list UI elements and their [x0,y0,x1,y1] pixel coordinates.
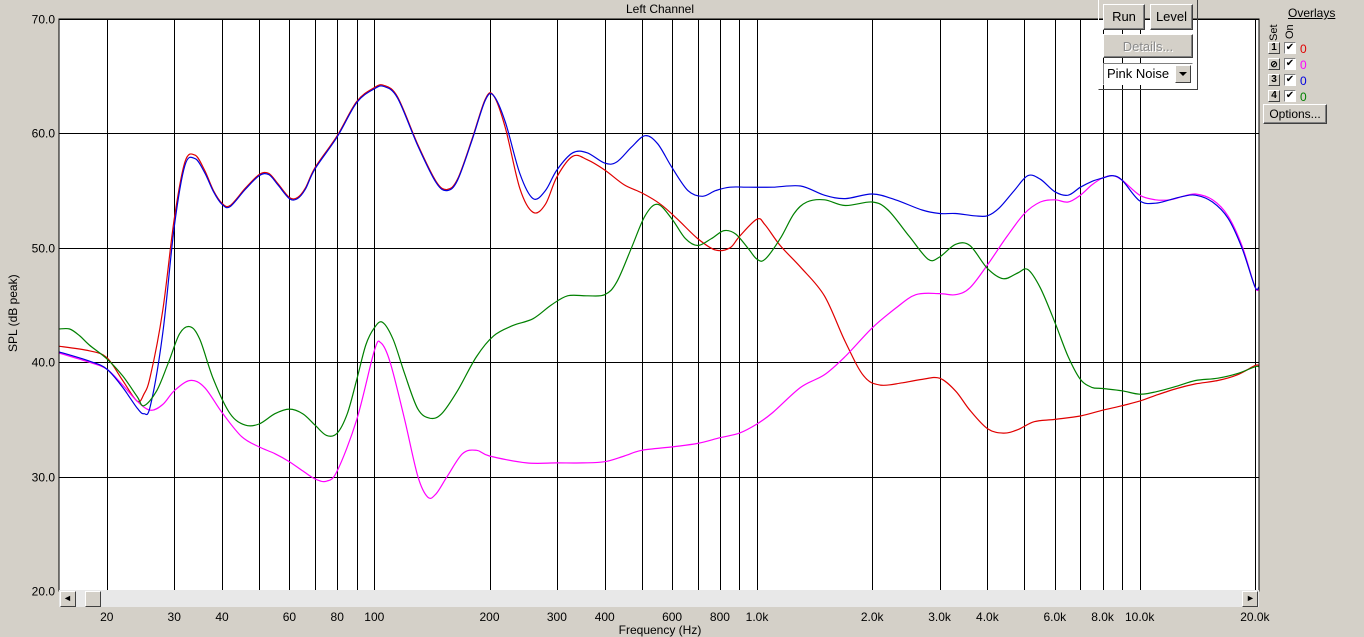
overlay-set-button-3[interactable]: 3 [1268,74,1280,86]
overlay-on-checkbox-2[interactable]: ✔ [1284,58,1296,70]
y-axis-label: SPL (dB peak) [6,274,20,352]
y-tick-label: 60.0 [32,127,56,141]
overlay-set-button-1[interactable]: 1 [1268,42,1280,54]
plot-area [58,18,1260,592]
x-tick-label: 1.0k [746,610,770,624]
x-tick-label: 20 [100,610,114,624]
overlay-set-button-2[interactable]: ⊘ [1268,58,1280,70]
x-tick-label: 30 [168,610,182,624]
on-column-header: On [1284,24,1296,39]
overlay-on-checkbox-3[interactable]: ✔ [1284,74,1296,86]
chart-title: Left Channel [625,2,695,16]
x-tick-label: 100 [364,610,384,624]
y-tick-label: 20.0 [32,585,56,599]
x-tick-label: 60 [283,610,297,624]
arrow-right-icon: ► [1246,593,1255,603]
chevron-down-icon[interactable] [1175,65,1191,83]
x-tick-label: 400 [595,610,615,624]
details-button[interactable]: Details... [1103,34,1193,58]
overlay-value-3: 0 [1300,74,1307,88]
overlays-title[interactable]: Overlays [1288,6,1335,20]
overlay-value-1: 0 [1300,42,1307,56]
x-axis-label: Frequency (Hz) [618,623,702,637]
arrow-left-icon: ◄ [63,593,72,603]
overlay-set-button-4[interactable]: 4 [1268,90,1280,102]
y-tick-label: 50.0 [32,242,56,256]
x-tick-label: 800 [710,610,730,624]
x-tick-label: 8.0k [1091,610,1115,624]
set-overlay-icon: ⊘ [1270,59,1278,69]
scrollbar-thumb[interactable] [85,591,101,607]
y-tick-label: 70.0 [32,13,56,27]
overlay-on-checkbox-4[interactable]: ✔ [1284,90,1296,102]
x-tick-label: 40 [215,610,229,624]
frequency-response-chart: 20.0 30.0 40.0 50.0 60.0 70.0 20 30 40 60 80 100 200… [32,13,1271,625]
horizontal-scrollbar[interactable] [59,590,1259,607]
scroll-left-button[interactable]: ◄ [60,591,76,607]
y-tick-label: 30.0 [32,471,56,485]
level-button[interactable]: Level [1150,4,1193,30]
signal-select[interactable]: Pink Noise [1103,63,1193,85]
signal-select-value: Pink Noise [1107,66,1170,81]
set-column-header: Set [1268,24,1280,41]
x-tick-label: 3.0k [928,610,952,624]
overlay-on-checkbox-1[interactable]: ✔ [1284,42,1296,54]
x-tick-label: 200 [479,610,499,624]
x-tick-label: 80 [331,610,345,624]
x-tick-label: 2.0k [861,610,885,624]
x-tick-label: 10.0k [1125,610,1155,624]
overlay-value-4: 0 [1300,90,1307,104]
options-button[interactable]: Options... [1263,104,1327,124]
x-tick-label: 20.0k [1240,610,1270,624]
x-tick-label: 4.0k [976,610,1000,624]
y-tick-label: 40.0 [32,356,56,370]
x-tick-label: 300 [547,610,567,624]
run-button[interactable]: Run [1103,4,1145,30]
x-tick-label: 600 [662,610,682,624]
scroll-right-button[interactable]: ► [1242,591,1258,607]
overlay-value-2: 0 [1300,58,1307,72]
x-tick-label: 6.0k [1043,610,1067,624]
